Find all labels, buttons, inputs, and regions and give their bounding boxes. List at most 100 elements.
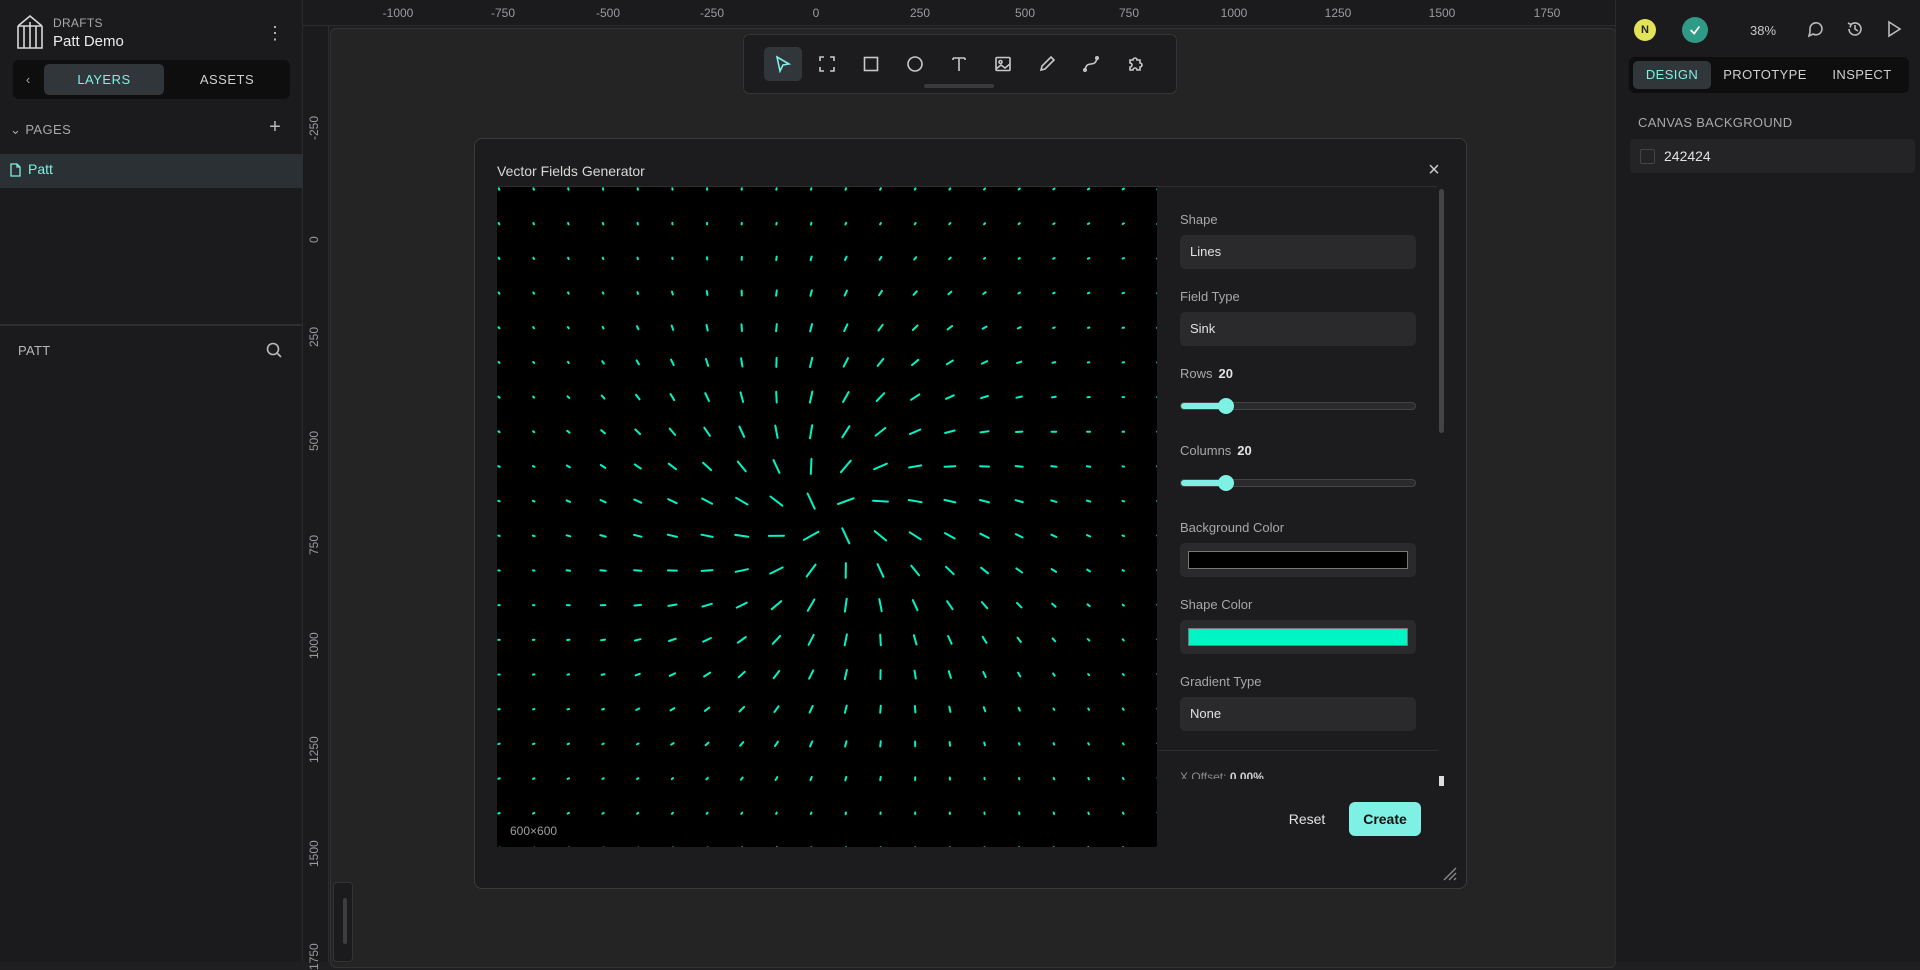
columns-slider[interactable] <box>1180 479 1416 487</box>
field-line <box>533 813 534 814</box>
field-line <box>737 603 747 608</box>
field-line <box>568 292 569 293</box>
create-button[interactable]: Create <box>1349 802 1421 836</box>
canvas-background-value[interactable]: 242424 <box>1664 148 1711 164</box>
more-options-icon[interactable]: ⋮ <box>266 22 284 44</box>
rows-slider-knob[interactable] <box>1218 398 1234 414</box>
tab-layers[interactable]: LAYERS <box>44 64 164 95</box>
ellipse-icon[interactable] <box>896 47 934 81</box>
field-line <box>911 394 919 399</box>
field-line <box>498 466 499 467</box>
pencil-icon[interactable] <box>1028 47 1066 81</box>
field-line <box>634 570 641 571</box>
field-line <box>707 325 708 331</box>
field-line <box>703 463 711 470</box>
text-icon[interactable] <box>940 47 978 81</box>
path-icon[interactable] <box>1072 47 1110 81</box>
field-line <box>702 570 713 571</box>
avatar[interactable]: N <box>1634 19 1656 41</box>
toolbar-grip[interactable] <box>924 84 994 88</box>
field-line <box>914 257 916 259</box>
pages-header[interactable]: ⌄ PAGES <box>10 122 71 138</box>
field-line <box>672 326 674 330</box>
canvas-scroll-thumb[interactable] <box>343 898 347 944</box>
penpot-logo-icon[interactable] <box>14 14 46 52</box>
frame-icon[interactable] <box>808 47 846 81</box>
field-line <box>1087 535 1090 536</box>
rows-slider[interactable] <box>1180 402 1416 410</box>
field-line <box>499 327 500 328</box>
field-line <box>809 635 814 645</box>
bg-color-swatch[interactable] <box>1188 551 1408 569</box>
shape-color-swatch[interactable] <box>1188 628 1408 646</box>
pointer-icon[interactable] <box>764 47 802 81</box>
field-line <box>1051 500 1056 502</box>
field-line <box>912 360 918 365</box>
field-line <box>637 778 638 779</box>
ruler-y-tick: 0 <box>307 236 321 243</box>
saved-status-check-icon[interactable] <box>1682 17 1708 43</box>
shape-select[interactable]: Lines <box>1180 235 1416 269</box>
field-line <box>1016 534 1023 537</box>
tab-assets[interactable]: ASSETS <box>167 64 287 95</box>
rectangle-icon[interactable] <box>852 47 890 81</box>
zoom-level[interactable]: 38% <box>1750 23 1776 38</box>
tab-prototype[interactable]: PROTOTYPE <box>1716 61 1814 89</box>
field-line <box>1052 397 1056 398</box>
ruler-x-tick: -250 <box>700 6 724 20</box>
field-line <box>635 430 640 435</box>
field-line <box>601 500 606 502</box>
history-icon[interactable] <box>1846 20 1866 40</box>
gradient-type-select[interactable]: None <box>1180 697 1416 731</box>
comments-icon[interactable] <box>1807 20 1827 40</box>
pages-header-label: PAGES <box>25 122 71 137</box>
field-line <box>533 327 534 328</box>
play-icon[interactable] <box>1885 20 1905 40</box>
field-line <box>1019 708 1020 711</box>
tab-design[interactable]: DESIGN <box>1633 61 1711 89</box>
columns-slider-knob[interactable] <box>1218 475 1234 491</box>
collapse-sidebar-icon[interactable]: ‹ <box>13 60 43 99</box>
shape-color-picker[interactable] <box>1180 620 1416 654</box>
field-line <box>845 706 847 713</box>
field-line <box>981 431 989 432</box>
field-line <box>811 257 812 261</box>
field-line <box>670 673 675 676</box>
reset-button[interactable]: Reset <box>1277 804 1337 834</box>
field-line <box>1123 189 1124 190</box>
image-icon[interactable] <box>984 47 1022 81</box>
sidebar-divider[interactable] <box>0 324 303 326</box>
field-line <box>670 429 675 435</box>
tab-inspect[interactable]: INSPECT <box>1820 61 1904 89</box>
field-line <box>533 292 534 293</box>
field-line <box>811 813 812 815</box>
field-line <box>533 501 535 502</box>
left-sidebar <box>0 0 303 962</box>
project-name[interactable]: Patt Demo <box>53 33 124 50</box>
canvas-background-swatch[interactable] <box>1640 149 1655 164</box>
add-page-icon[interactable]: + <box>266 118 284 136</box>
field-line <box>909 465 921 467</box>
field-type-select[interactable]: Sink <box>1180 312 1416 346</box>
field-line <box>772 601 782 609</box>
field-line <box>634 535 641 537</box>
resize-grip-icon[interactable] <box>1440 864 1458 882</box>
preview-size-label: 600×600 <box>510 824 557 838</box>
settings-scrollbar[interactable] <box>1439 189 1444 433</box>
bg-color-picker[interactable] <box>1180 543 1416 577</box>
field-line <box>775 426 777 438</box>
field-line <box>602 361 604 363</box>
search-icon[interactable] <box>265 341 283 359</box>
settings-scrollbar-end[interactable] <box>1439 776 1444 786</box>
drafts-label[interactable]: DRAFTS <box>53 16 103 30</box>
rows-label-text: Rows <box>1180 366 1213 381</box>
field-line <box>1053 362 1056 363</box>
field-line <box>843 392 849 402</box>
plugins-icon[interactable] <box>1116 47 1154 81</box>
field-line <box>671 394 675 400</box>
field-line <box>1053 258 1054 259</box>
close-icon[interactable]: × <box>1424 160 1444 180</box>
field-line <box>915 671 916 679</box>
field-line <box>949 258 951 260</box>
ruler-vertical <box>303 26 329 962</box>
